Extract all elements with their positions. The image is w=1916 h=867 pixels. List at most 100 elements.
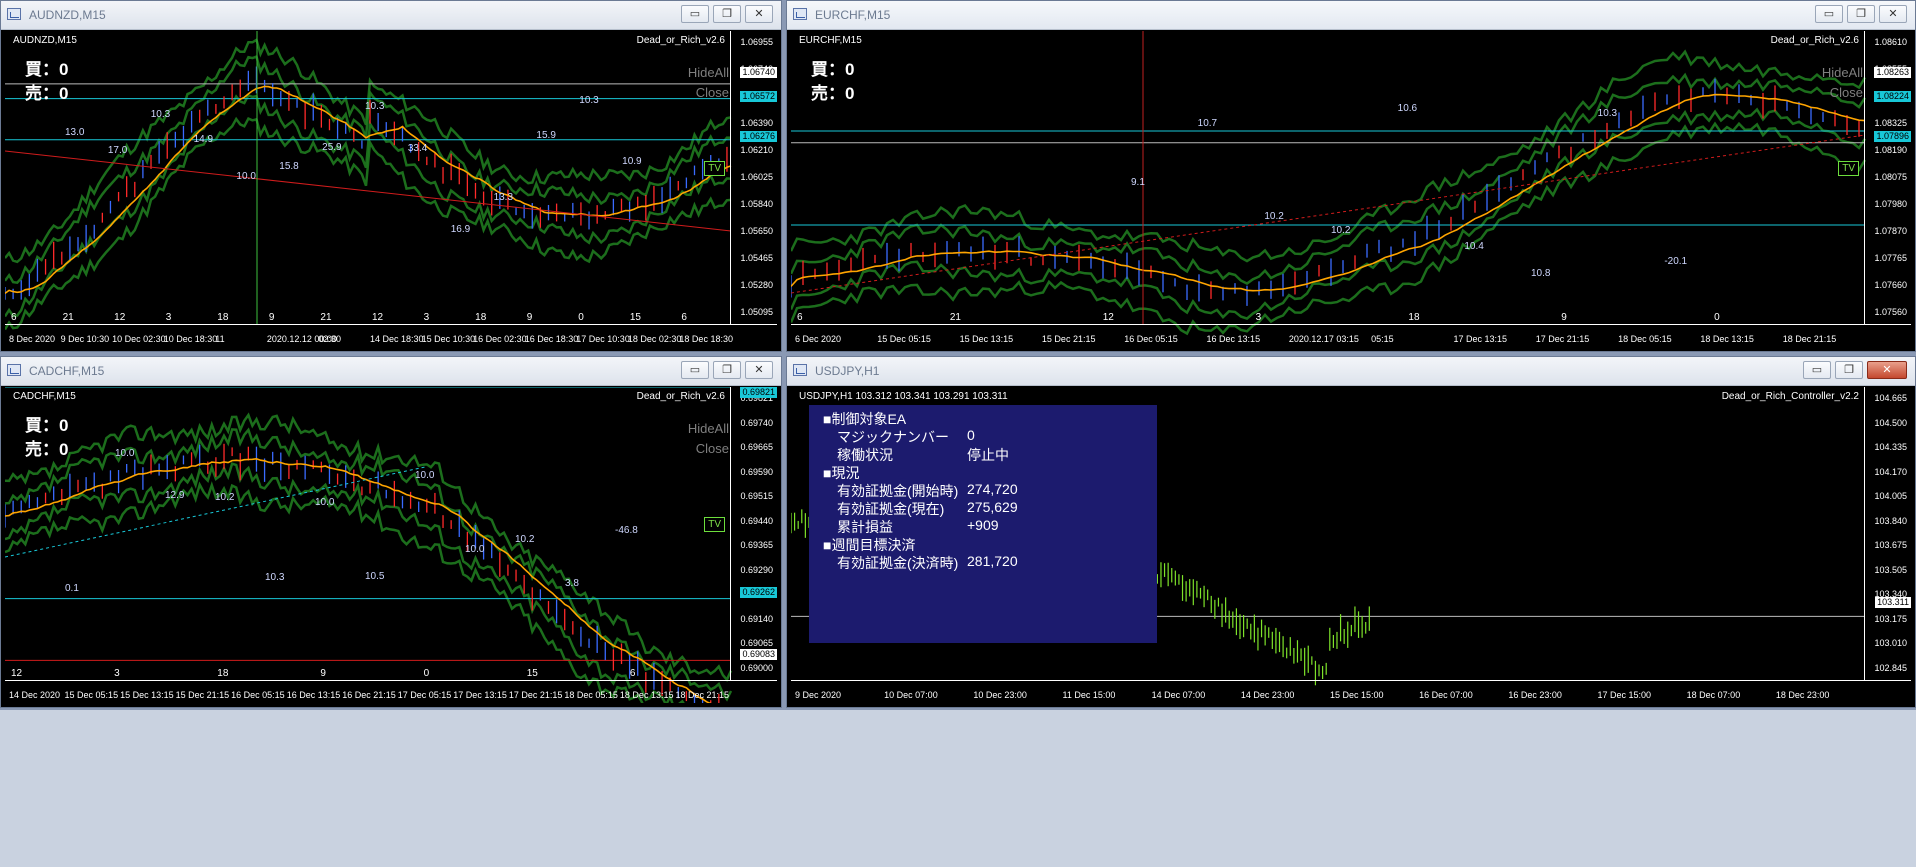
price-tick: 104.335: [1874, 442, 1907, 453]
session-hour-label: 18: [475, 312, 487, 323]
time-tick: 05:15: [1371, 334, 1394, 344]
session-hour-label: 6: [681, 312, 687, 323]
time-tick: 14 Dec 2020: [9, 690, 61, 700]
time-tick: 18 Dec 21:15: [675, 690, 729, 700]
price-tick: 104.005: [1874, 491, 1907, 502]
session-hour-label: 9: [268, 312, 275, 323]
symbol-label: USDJPY,H1 103.312 103.341 103.291 103.31…: [799, 391, 1008, 402]
price-tick: 0.69365: [740, 540, 773, 551]
price-tick: 102.845: [1874, 663, 1907, 673]
close-positions-button[interactable]: Close: [688, 439, 729, 459]
bollinger-band: [791, 72, 1867, 285]
pnl-value: +909: [967, 517, 999, 533]
pnl-label: 累計損益: [837, 519, 893, 535]
time-tick: 10 Dec 18:30: [163, 334, 218, 344]
close-button[interactable]: ✕: [1867, 361, 1907, 379]
hideall-button[interactable]: HideAll: [688, 419, 729, 439]
close-button[interactable]: ✕: [745, 361, 773, 379]
trade-distance-label: 10.2: [515, 534, 535, 546]
time-tick: 17 Dec 21:15: [1535, 334, 1590, 344]
price-tick: 104.170: [1874, 466, 1907, 477]
title-bar[interactable]: CADCHF,M15 ▭ ❐ ✕: [1, 357, 781, 386]
minimize-button[interactable]: ▭: [1815, 5, 1843, 23]
restore-button[interactable]: ❐: [713, 5, 741, 23]
symbol-label: AUDNZD,M15: [13, 35, 77, 46]
chart-window-icon: [793, 8, 807, 20]
trade-distance-label: 10.8: [1531, 268, 1551, 280]
time-tick: 16 Dec 13:15: [286, 690, 341, 700]
title-bar[interactable]: AUDNZD,M15 ▭ ❐ ✕: [1, 1, 781, 30]
trade-distance-label: 10.9: [622, 156, 642, 168]
minimize-button[interactable]: ▭: [681, 361, 709, 379]
minimize-button[interactable]: ▭: [681, 5, 709, 23]
workspace-background: [0, 710, 1916, 867]
tv-button[interactable]: TV: [704, 161, 725, 176]
chart-window-cadchf[interactable]: CADCHF,M15 ▭ ❐ ✕ CADCHF,M15 Dead_or_Rich…: [0, 356, 782, 708]
session-hour-label: 9: [320, 668, 326, 679]
equity-start-label: 有効証拠金(開始時): [837, 483, 959, 499]
tv-button[interactable]: TV: [1838, 161, 1859, 176]
price-chart[interactable]: EURCHF,M15 Dead_or_Rich_v2.6 買：0 売：0 Hid…: [791, 31, 1911, 347]
price-tick: 0.69665: [740, 442, 773, 453]
title-bar[interactable]: EURCHF,M15 ▭ ❐ ✕: [787, 1, 1915, 30]
chart-canvas: [5, 31, 732, 331]
chart-window-usdjpy[interactable]: USDJPY,H1 ▭ ❐ ✕ USDJPY,H1 103.312 103.34…: [786, 356, 1916, 708]
restore-button[interactable]: ❐: [1847, 5, 1875, 23]
price-tick: 103.675: [1874, 540, 1907, 551]
buy-count: 買：0: [811, 60, 855, 79]
minimize-button[interactable]: ▭: [1803, 361, 1831, 379]
title-bar[interactable]: USDJPY,H1 ▭ ❐ ✕: [787, 357, 1915, 386]
time-tick: 10 Dec 02:30: [112, 334, 166, 344]
time-tick: 18 Dec 05:15: [1618, 334, 1672, 344]
hideall-button[interactable]: HideAll: [1822, 63, 1863, 83]
trade-distance-label: 13.0: [65, 126, 85, 138]
close-button[interactable]: ✕: [745, 5, 773, 23]
price-chart[interactable]: AUDNZD,M15 Dead_or_Rich_v2.6 買：0 売：0 Hid…: [5, 31, 777, 347]
indicator-label: Dead_or_Rich_v2.6: [636, 391, 725, 402]
window-title: AUDNZD,M15: [29, 8, 106, 22]
section-target-ea: ■制御対象EA: [823, 411, 907, 427]
price-tag: 1.06740: [740, 67, 777, 78]
time-tick: 16 Dec 05:15: [231, 690, 285, 700]
price-tag: 1.08263: [1874, 67, 1911, 78]
price-tick: 103.840: [1874, 515, 1907, 526]
session-hour-label: 15: [629, 312, 641, 323]
time-tick: 16 Dec 13:15: [1206, 334, 1261, 344]
session-hour-label: 21: [949, 312, 961, 323]
trend-line: [5, 466, 426, 558]
trade-distance-label: 10.3: [150, 108, 171, 120]
chart-window-eurchf[interactable]: EURCHF,M15 ▭ ❐ ✕ EURCHF,M15 Dead_or_Rich…: [786, 0, 1916, 352]
bollinger-band: [791, 121, 1867, 336]
time-tick: 18 Dec 23:00: [1775, 690, 1830, 700]
chart-window-audnzd[interactable]: AUDNZD,M15 ▭ ❐ ✕ AUDNZD,M15 Dead_or_Rich…: [0, 0, 782, 352]
price-chart[interactable]: USDJPY,H1 103.312 103.341 103.291 103.31…: [791, 387, 1911, 703]
trade-distance-label: 14.9: [193, 134, 214, 146]
time-axis: 6 Dec 2020 15 Dec 05:15 15 Dec 13:15 15 Dec…: [791, 324, 1911, 347]
close-positions-button[interactable]: Close: [688, 83, 729, 103]
trade-distance-label: 10.0: [465, 543, 485, 555]
section-current: ■現況: [823, 465, 860, 481]
trade-distance-label: -46.8: [615, 524, 638, 536]
hideall-button[interactable]: HideAll: [688, 63, 729, 83]
price-tick: 1.08325: [1874, 118, 1907, 128]
trade-distance-label: 33.4: [407, 143, 428, 155]
equity-now-label: 有効証拠金(現在): [837, 501, 945, 517]
restore-button[interactable]: ❐: [713, 361, 741, 379]
section-weekly-target: ■週間目標決済: [823, 537, 916, 553]
bollinger-band: [791, 49, 1867, 263]
tv-button[interactable]: TV: [704, 517, 725, 532]
restore-button[interactable]: ❐: [1835, 361, 1863, 379]
close-positions-button[interactable]: Close: [1822, 83, 1863, 103]
trade-distance-label: 10.6: [1397, 103, 1418, 115]
price-chart[interactable]: CADCHF,M15 Dead_or_Rich_v2.6 買：0 売：0 Hid…: [5, 387, 777, 703]
time-axis: 8 Dec 2020 9 Dec 10:30 10 Dec 02:30 10 Dec …: [5, 324, 777, 347]
indicator-label: Dead_or_Rich_v2.6: [636, 35, 725, 46]
close-button[interactable]: ✕: [1879, 5, 1907, 23]
status-value: 停止中: [967, 447, 1009, 463]
trade-distance-label: 10.3: [1597, 107, 1618, 119]
time-tick: 9 Dec 10:30: [60, 334, 110, 344]
magic-number-label: マジックナンバー: [837, 429, 949, 445]
price-tick: 104.665: [1874, 393, 1907, 403]
price-axis: 0.69821 0.69740 0.69665 0.69590 0.69515 0.694…: [730, 387, 777, 681]
time-tick: 16 Dec 02:30: [473, 334, 527, 344]
